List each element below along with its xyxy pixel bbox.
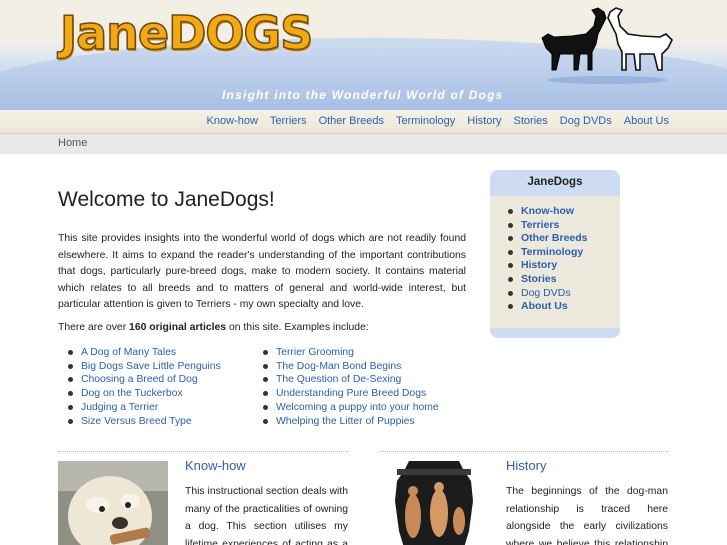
- sidebar-footer: [490, 328, 620, 338]
- article-link[interactable]: The Question of De-Sexing: [262, 373, 439, 387]
- nav-item-about-us[interactable]: About Us: [624, 115, 669, 127]
- feature-text-know-how: This instructional section deals with ma…: [185, 486, 348, 545]
- article-link[interactable]: Whelping the Litter of Puppies: [262, 415, 439, 429]
- site-tagline: Insight into the Wonderful World of Dogs: [222, 88, 504, 102]
- article-link[interactable]: Welcoming a puppy into your home: [262, 401, 439, 415]
- feature-title-know-how[interactable]: Know-how: [185, 458, 246, 473]
- sidebar-item-other-breeds[interactable]: Other Breeds: [507, 232, 620, 246]
- feature-title-history[interactable]: History: [506, 458, 546, 473]
- feature-divider: [380, 451, 668, 452]
- puppy-photo[interactable]: [58, 461, 168, 545]
- page-title: Welcome to JaneDogs!: [58, 188, 275, 211]
- sidebar-item-terriers[interactable]: Terriers: [507, 219, 620, 233]
- main-nav: Know-how Terriers Other Breeds Terminolo…: [0, 110, 727, 134]
- article-count-text: There are over 160 original articles on …: [58, 322, 369, 333]
- sidebar-item-about-us[interactable]: About Us: [507, 300, 620, 314]
- article-link[interactable]: Size Versus Breed Type: [67, 415, 221, 429]
- site-header: JaneDOGS JaneDOGS Insight into the Wonde…: [0, 0, 727, 110]
- breadcrumb: Home: [0, 134, 727, 154]
- article-link[interactable]: Big Dogs Save Little Penguins: [67, 360, 221, 374]
- sidebar-item-know-how[interactable]: Know-how: [507, 205, 620, 219]
- article-link[interactable]: Understanding Pure Breed Dogs: [262, 387, 439, 401]
- sidebar-item-dog-dvds[interactable]: Dog DVDs: [507, 287, 620, 301]
- feature-divider: [58, 451, 348, 452]
- article-link[interactable]: Dog on the Tuckerbox: [67, 387, 221, 401]
- sidebar-box: JaneDogs Know-how Terriers Other Breeds …: [490, 170, 620, 338]
- nav-item-other-breeds[interactable]: Other Breeds: [319, 115, 384, 127]
- count-prefix: There are over: [58, 322, 130, 333]
- nav-item-history[interactable]: History: [467, 115, 501, 127]
- article-link[interactable]: Terrier Grooming: [262, 346, 439, 360]
- terrier-dogs-logo-icon: [541, 7, 673, 84]
- nav-item-terriers[interactable]: Terriers: [270, 115, 307, 127]
- breadcrumb-home[interactable]: Home: [58, 137, 87, 149]
- nav-item-dog-dvds[interactable]: Dog DVDs: [560, 115, 612, 127]
- sidebar-title: JaneDogs: [490, 170, 620, 196]
- nav-item-know-how[interactable]: Know-how: [207, 115, 258, 127]
- count-suffix: on this site. Examples include:: [226, 322, 369, 333]
- site-logo[interactable]: JaneDOGS: [59, 5, 314, 61]
- article-link[interactable]: Judging a Terrier: [67, 401, 221, 415]
- article-list-left: A Dog of Many Tales Big Dogs Save Little…: [67, 346, 221, 428]
- sidebar-item-terminology[interactable]: Terminology: [507, 246, 620, 260]
- nav-item-terminology[interactable]: Terminology: [396, 115, 455, 127]
- article-link[interactable]: A Dog of Many Tales: [67, 346, 221, 360]
- sidebar-item-stories[interactable]: Stories: [507, 273, 620, 287]
- article-list-right: Terrier Grooming The Dog-Man Bond Begins…: [262, 346, 439, 428]
- article-link[interactable]: Choosing a Breed of Dog: [67, 373, 221, 387]
- article-link[interactable]: The Dog-Man Bond Begins: [262, 360, 439, 374]
- count-bold: 160 original articles: [129, 322, 227, 333]
- sidebar-item-history[interactable]: History: [507, 259, 620, 273]
- feature-text-history: The beginnings of the dog-man relationsh…: [506, 486, 668, 545]
- nav-item-stories[interactable]: Stories: [514, 115, 548, 127]
- intro-paragraph: This site provides insights into the won…: [58, 233, 466, 310]
- greek-vase-photo[interactable]: [379, 461, 489, 545]
